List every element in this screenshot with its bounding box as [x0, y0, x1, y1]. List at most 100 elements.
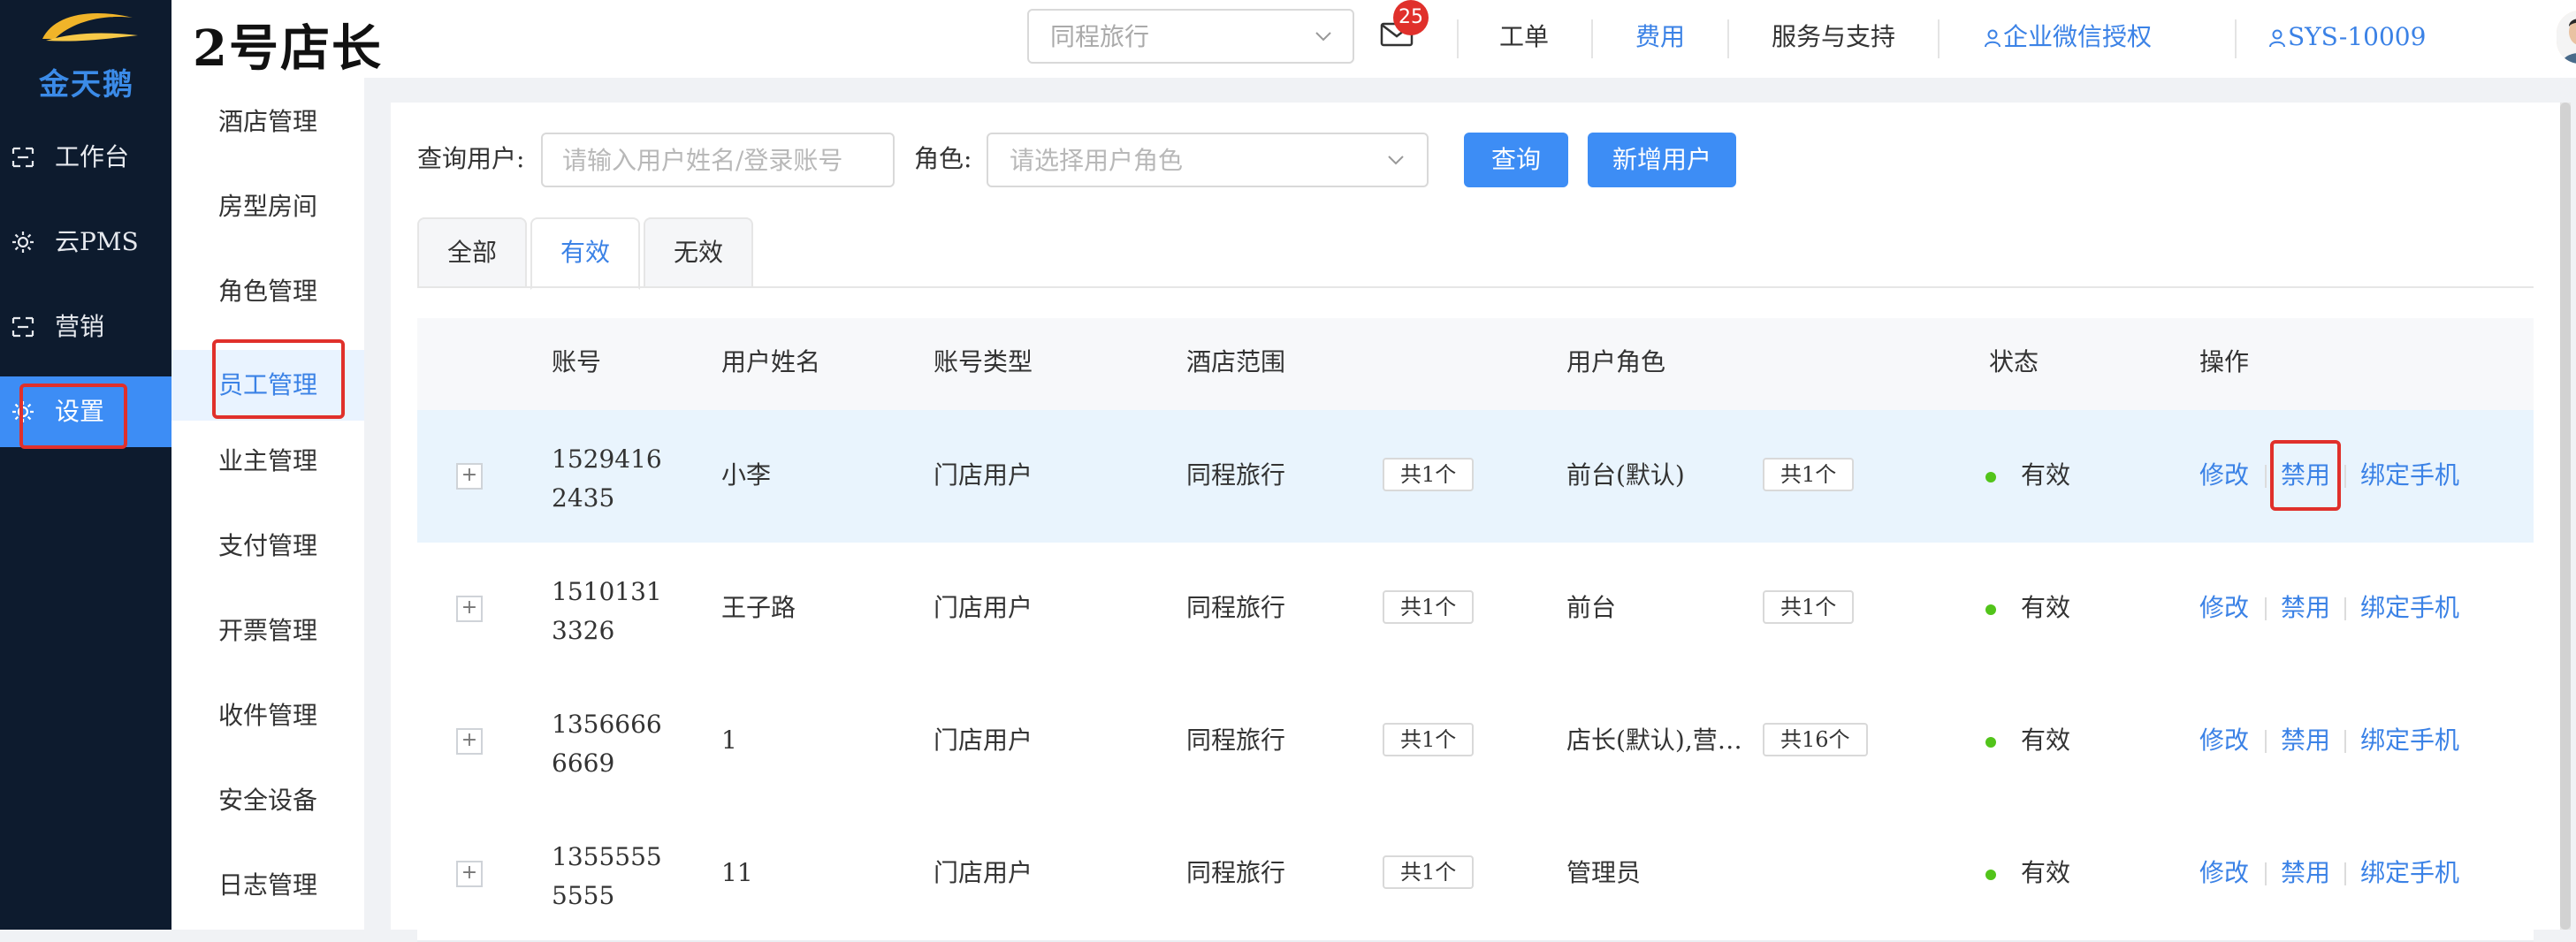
submenu-item-security-devices[interactable]: 安全设备	[171, 774, 364, 827]
action-divider	[2344, 465, 2346, 488]
status-dot	[1985, 737, 1996, 748]
hotel-select[interactable]: 同程旅行	[1027, 9, 1354, 64]
nav-item-marketing[interactable]: 营销	[0, 292, 171, 362]
bind-phone-link[interactable]: 绑定手机	[2360, 855, 2459, 891]
hotel-cell: 同程旅行	[1186, 460, 1286, 490]
search-button[interactable]: 查询	[1464, 133, 1568, 187]
submenu-item-roles[interactable]: 角色管理	[171, 265, 364, 318]
action-divider	[2344, 862, 2346, 885]
work-order-link[interactable]: 工单	[1499, 19, 1549, 55]
fees-link[interactable]: 费用	[1635, 19, 1685, 55]
submenu-item-payment[interactable]: 支付管理	[171, 520, 364, 573]
status-dot	[1985, 472, 1996, 482]
tab-all[interactable]: 全部	[417, 217, 527, 288]
edit-link[interactable]: 修改	[2199, 590, 2249, 626]
add-user-button[interactable]: 新增用户	[1588, 133, 1736, 187]
edit-link[interactable]: 修改	[2199, 458, 2249, 493]
user-icon	[2269, 29, 2285, 48]
action-divider	[2344, 597, 2346, 620]
action-divider	[2344, 730, 2346, 753]
action-divider	[2265, 597, 2267, 620]
header-divider	[1457, 19, 1459, 58]
role-count-tag[interactable]: 共16个	[1763, 723, 1868, 756]
submenu-item-receiving[interactable]: 收件管理	[171, 689, 364, 742]
role-label: 角色:	[914, 144, 972, 173]
logo-text: 金天鹅	[39, 67, 134, 103]
avatar[interactable]	[2557, 11, 2576, 64]
role-count-tag[interactable]: 共1个	[1763, 590, 1855, 624]
table-row[interactable]: + 13555555555 11 门店用户 同程旅行 共1个 管理员 有效 修改…	[417, 808, 2534, 942]
role-select[interactable]: 请选择用户角色	[987, 133, 1429, 187]
column-header-status: 状态	[1989, 347, 2039, 376]
table-row[interactable]: + 15294162435 小李 门店用户 同程旅行 共1个 前台(默认) 共1…	[417, 410, 2534, 544]
expand-icon[interactable]: +	[456, 463, 483, 490]
nav-label: 云PMS	[55, 227, 139, 256]
table-row[interactable]: + 15101313326 王子路 门店用户 同程旅行 共1个 前台 共1个 有…	[417, 543, 2534, 677]
submenu-item-invoice[interactable]: 开票管理	[171, 604, 364, 657]
status-cell: 有效	[2021, 460, 2071, 490]
column-header-account: 账号	[552, 347, 602, 376]
submenu-item-logs[interactable]: 日志管理	[171, 859, 364, 912]
status-cell: 有效	[2021, 725, 2071, 755]
hotel-count-tag[interactable]: 共1个	[1383, 590, 1475, 624]
nav-item-dashboard[interactable]: 工作台	[0, 122, 171, 193]
header-divider	[1727, 19, 1729, 58]
wechat-auth-link[interactable]: 企业微信授权	[2003, 19, 2152, 55]
tab-valid[interactable]: 有效	[530, 217, 640, 290]
submenu-item-hotel[interactable]: 酒店管理	[171, 95, 364, 148]
name-cell: 1	[721, 725, 737, 755]
logo: 金天鹅	[0, 0, 171, 106]
name-cell: 小李	[721, 460, 772, 490]
expand-icon[interactable]: +	[456, 728, 483, 755]
nav-label: 营销	[55, 312, 105, 341]
expand-icon[interactable]: +	[456, 596, 483, 622]
nav-item-pms[interactable]: 云PMS	[0, 207, 171, 277]
hotel-count-tag[interactable]: 共1个	[1383, 723, 1475, 756]
column-header-account-type: 账号类型	[934, 347, 1033, 376]
account-type-cell: 门店用户	[934, 593, 1033, 622]
role-cell: 管理员	[1566, 858, 1642, 887]
user-icon	[1985, 29, 2001, 48]
account-type-cell: 门店用户	[934, 460, 1033, 490]
hotel-count-tag[interactable]: 共1个	[1383, 855, 1475, 889]
action-divider	[2265, 862, 2267, 885]
edit-link[interactable]: 修改	[2199, 855, 2249, 891]
submenu-item-owners[interactable]: 业主管理	[171, 435, 364, 488]
account-link[interactable]: SYS-10009	[2288, 19, 2426, 55]
nav-label: 工作台	[55, 142, 130, 171]
hotel-select-value: 同程旅行	[1050, 22, 1150, 51]
role-cell: 前台	[1566, 593, 1617, 622]
query-user-label: 查询用户:	[417, 144, 525, 173]
name-cell: 王子路	[721, 593, 796, 622]
status-cell: 有效	[2021, 858, 2071, 887]
disable-link[interactable]: 禁用	[2281, 723, 2330, 758]
bind-phone-link[interactable]: 绑定手机	[2360, 590, 2459, 626]
table-row[interactable]: + 13566666669 1 门店用户 同程旅行 共1个 店长(默认),营… …	[417, 675, 2534, 809]
disable-link[interactable]: 禁用	[2281, 590, 2330, 626]
page-scrollbar[interactable]	[2560, 103, 2571, 930]
account-cell: 13566666669	[552, 710, 662, 778]
hotel-cell: 同程旅行	[1186, 593, 1286, 622]
avatar-image	[2557, 11, 2576, 64]
role-cell: 店长(默认),营…	[1566, 725, 1742, 755]
bind-phone-link[interactable]: 绑定手机	[2360, 723, 2459, 758]
role-select-placeholder: 请选择用户角色	[1010, 146, 1184, 175]
header-divider	[1591, 19, 1593, 58]
top-header: 2号店长 同程旅行 25 工单 费用 服务与支持 企业微信授权 SYS-1000…	[171, 0, 2576, 78]
edit-link[interactable]: 修改	[2199, 723, 2249, 758]
service-support-link[interactable]: 服务与支持	[1772, 19, 1895, 55]
scrollbar-thumb[interactable]	[2560, 103, 2571, 930]
disable-link[interactable]: 禁用	[2281, 855, 2330, 891]
column-header-hotel-scope: 酒店范围	[1186, 347, 1286, 376]
submenu-item-room-types[interactable]: 房型房间	[171, 180, 364, 233]
hotel-count-tag[interactable]: 共1个	[1383, 458, 1475, 491]
status-cell: 有效	[2021, 593, 2071, 622]
header-divider	[1938, 19, 1940, 58]
user-search-input[interactable]	[541, 133, 895, 187]
column-header-name: 用户姓名	[721, 347, 821, 376]
role-count-tag[interactable]: 共1个	[1763, 458, 1855, 491]
tab-invalid[interactable]: 无效	[644, 217, 753, 288]
bind-phone-link[interactable]: 绑定手机	[2360, 458, 2459, 493]
expand-icon[interactable]: +	[456, 861, 483, 887]
highlight-box	[19, 384, 127, 449]
